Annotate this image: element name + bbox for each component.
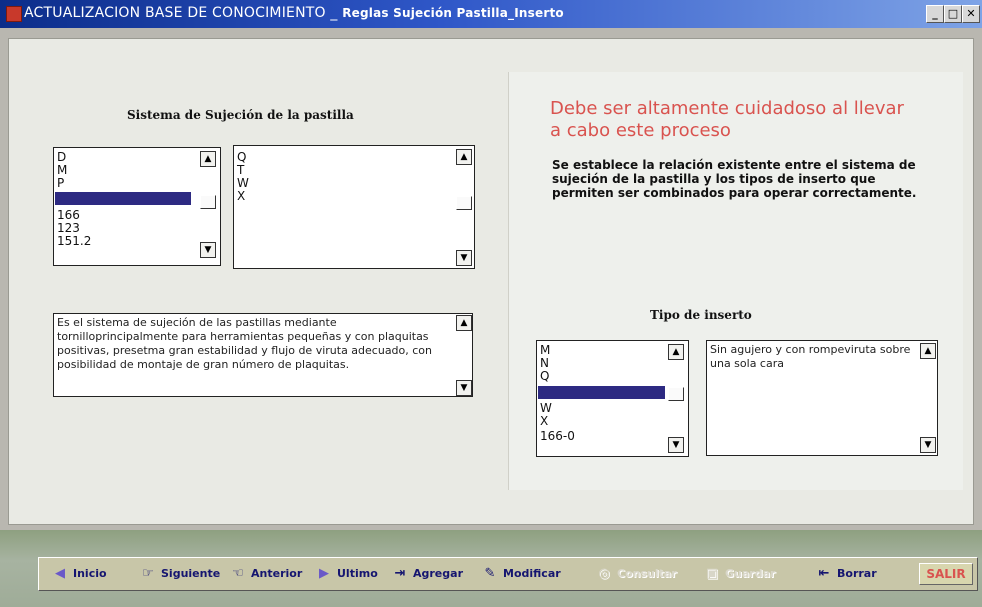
query-icon: ◎ xyxy=(598,566,610,581)
app-icon xyxy=(6,6,22,22)
warning-message: Debe ser altamente cuidadoso al llevar a… xyxy=(550,98,904,141)
clamp-system-list[interactable]: D M P S 166 123 151.2 ▲ ▼ xyxy=(53,147,221,266)
modificar-label: Modificar xyxy=(503,567,561,580)
inicio-button[interactable]: ◀ Inicio xyxy=(51,566,107,581)
list-item-selected[interactable]: T xyxy=(538,386,665,399)
hand-left-icon: ☜ xyxy=(232,566,244,581)
scroll-up-icon[interactable]: ▲ xyxy=(456,315,472,331)
agregar-label: Agregar xyxy=(413,567,463,580)
anterior-label: Anterior xyxy=(251,567,303,580)
borrar-label: Borrar xyxy=(837,567,877,580)
window-title: ACTUALIZACION BASE DE CONOCIMIENTO _ Reg… xyxy=(24,5,564,21)
add-record-icon: ⇥ xyxy=(394,566,406,581)
guardar-label: Guardar xyxy=(725,567,776,580)
consultar-label: Consultar xyxy=(617,567,677,580)
insert-type-list[interactable]: M N Q T W X 166-0 ▲ ▼ xyxy=(536,340,689,457)
modificar-button[interactable]: ✎ Modificar xyxy=(481,566,561,581)
borrar-button[interactable]: ⇤ Borrar xyxy=(815,566,877,581)
scroll-up-icon[interactable]: ▲ xyxy=(200,151,216,167)
scroll-up-icon[interactable]: ▲ xyxy=(668,344,684,360)
list-item-selected[interactable]: S xyxy=(55,192,191,205)
maximize-button[interactable]: □ xyxy=(944,5,962,23)
scroll-down-icon[interactable]: ▼ xyxy=(668,437,684,453)
ultimo-label: Ultimo xyxy=(337,567,378,580)
agregar-button[interactable]: ⇥ Agregar xyxy=(391,566,463,581)
scrollbar-thumb[interactable] xyxy=(200,195,216,209)
list-item[interactable]: X xyxy=(540,415,548,428)
salir-button[interactable]: SALIR xyxy=(919,563,973,585)
scroll-down-icon[interactable]: ▼ xyxy=(200,242,216,258)
guardar-button[interactable]: ▣ Guardar xyxy=(703,566,776,581)
clamp-system-heading: Sistema de Sujeción de la pastilla xyxy=(127,108,354,122)
arrow-right-icon: ▶ xyxy=(319,566,329,581)
ultimo-button[interactable]: ▶ Ultimo xyxy=(315,566,378,581)
title-bar: ACTUALIZACION BASE DE CONOCIMIENTO _ Reg… xyxy=(0,0,982,28)
insert-type-heading: Tipo de inserto xyxy=(650,308,752,322)
hand-right-icon: ☞ xyxy=(142,566,154,581)
info-message: Se establece la relación existente entre… xyxy=(552,158,917,200)
list-item[interactable]: X xyxy=(237,190,245,203)
list-item[interactable]: 151.2 xyxy=(57,235,91,248)
window-title-sub: Reglas Sujeción Pastilla_Inserto xyxy=(342,6,564,20)
clamp-description-text[interactable]: Es el sistema de sujeción de las pastill… xyxy=(53,313,473,397)
delete-icon: ⇤ xyxy=(818,566,830,581)
arrow-left-icon: ◀ xyxy=(55,566,65,581)
scroll-down-icon[interactable]: ▼ xyxy=(920,437,936,453)
window-title-main: ACTUALIZACION BASE DE CONOCIMIENTO _ xyxy=(24,5,338,21)
siguiente-label: Siguiente xyxy=(161,567,221,580)
close-button[interactable]: ✕ xyxy=(962,5,980,23)
scrollbar-thumb[interactable] xyxy=(456,196,472,210)
scroll-up-icon[interactable]: ▲ xyxy=(920,343,936,359)
scroll-down-icon[interactable]: ▼ xyxy=(456,380,472,396)
consultar-button[interactable]: ◎ Consultar xyxy=(595,566,677,581)
anterior-button[interactable]: ☜ Anterior xyxy=(229,566,302,581)
inicio-label: Inicio xyxy=(73,567,107,580)
save-icon: ▣ xyxy=(705,566,719,581)
list-item[interactable]: P xyxy=(57,177,64,190)
siguiente-button[interactable]: ☞ Siguiente xyxy=(139,566,220,581)
navigation-toolbar: ◀ Inicio ☞ Siguiente ☜ Anterior ▶ Ultimo ⇥ Ag… xyxy=(38,557,978,591)
scrollbar-thumb[interactable] xyxy=(668,387,684,401)
insert-description-text[interactable]: Sin agujero y con rompeviruta sobre una … xyxy=(706,340,938,456)
edit-icon: ✎ xyxy=(484,566,496,581)
minimize-button[interactable]: _ xyxy=(926,5,944,23)
scroll-down-icon[interactable]: ▼ xyxy=(456,250,472,266)
scroll-up-icon[interactable]: ▲ xyxy=(456,149,472,165)
insert-type-allowed-list[interactable]: Q T W X ▲ ▼ xyxy=(233,145,475,269)
list-item[interactable]: Q xyxy=(540,370,549,383)
list-item[interactable]: 166-0 xyxy=(540,430,575,443)
